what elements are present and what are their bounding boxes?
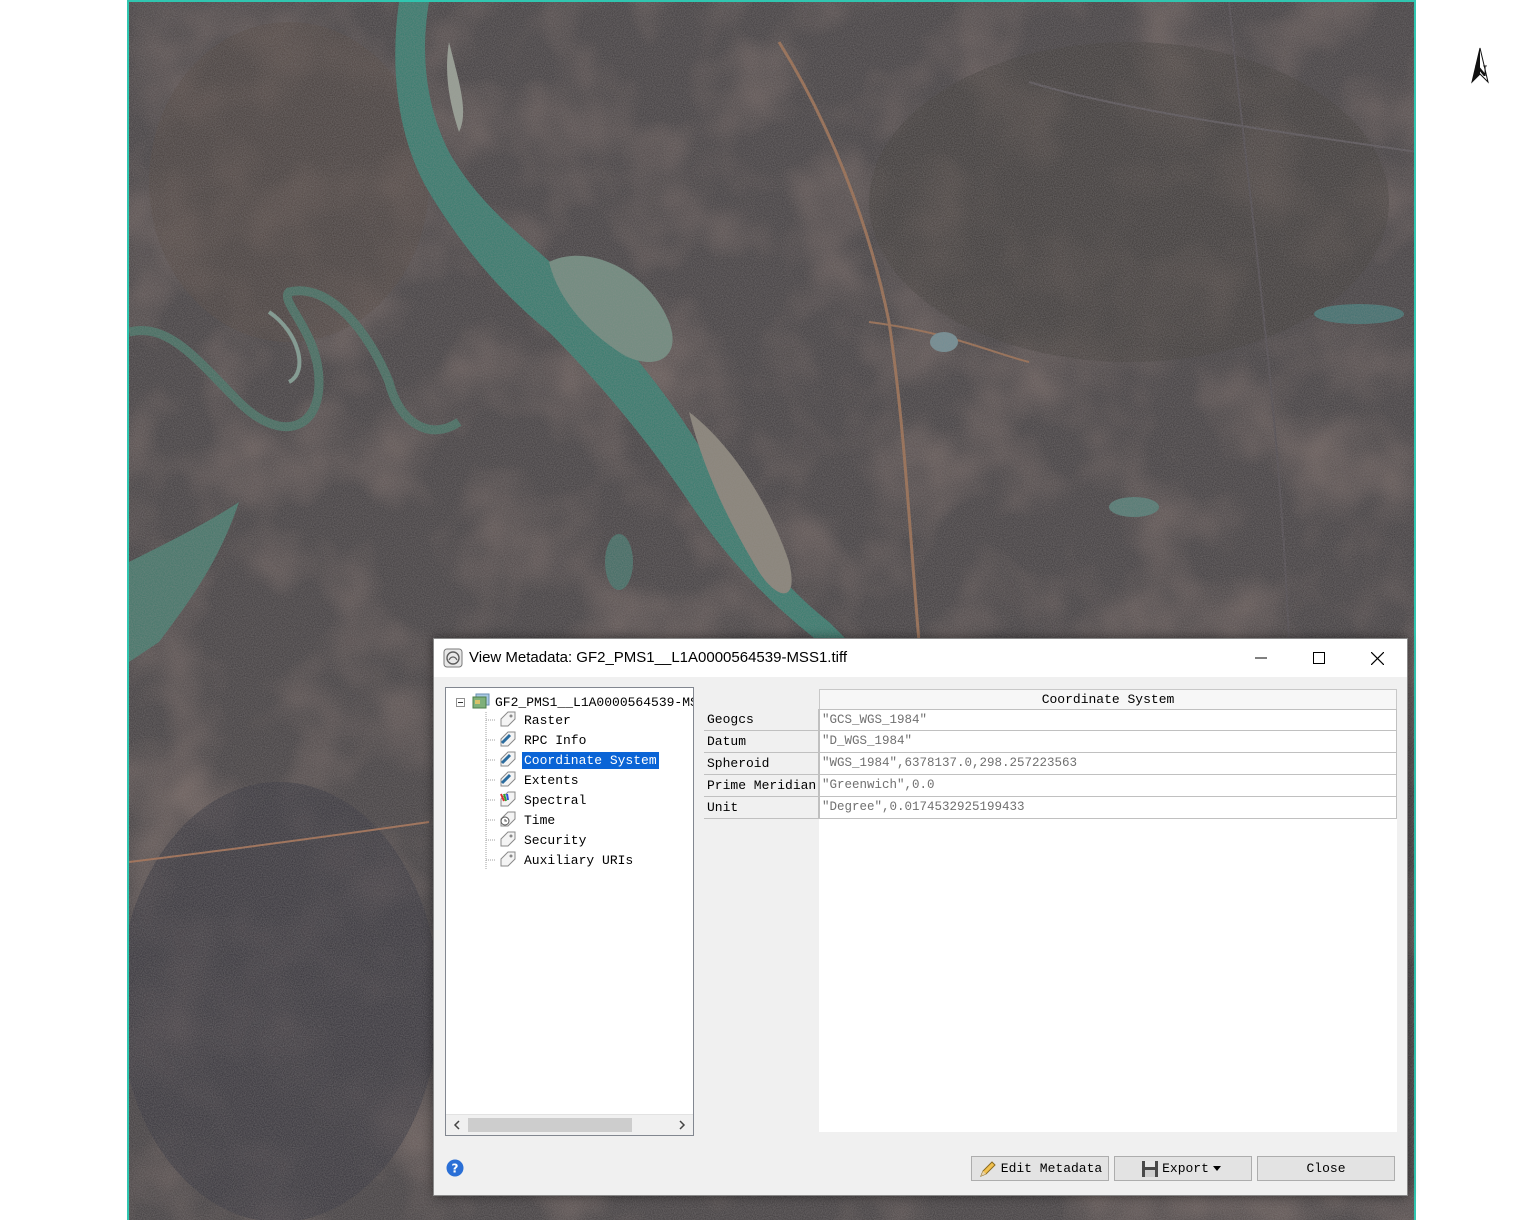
svg-text:N: N	[1475, 64, 1488, 80]
close-button[interactable]: Close	[1257, 1156, 1395, 1181]
spectral-tag-icon	[500, 791, 516, 807]
view-metadata-dialog: View Metadata: GF2_PMS1__L1A0000564539-M…	[433, 638, 1408, 1196]
dialog-title: View Metadata: GF2_PMS1__L1A0000564539-M…	[469, 649, 848, 666]
close-window-button[interactable]	[1348, 639, 1406, 677]
tree-root-label: GF2_PMS1__L1A0000564539-MS	[495, 694, 694, 710]
svg-text:?: ?	[452, 1162, 459, 1176]
collapse-toggle-icon[interactable]	[456, 697, 465, 707]
raster-file-icon	[472, 693, 490, 709]
metadata-tree[interactable]: GF2_PMS1__L1A0000564539-MS Raster RPC In…	[445, 687, 694, 1136]
property-grid: Coordinate System Geogcs "GCS_WGS_1984" …	[704, 689, 1398, 1132]
time-tag-icon	[500, 811, 516, 827]
property-key: Geogcs	[704, 709, 819, 731]
tree-item-label: Coordinate System	[522, 751, 659, 769]
tree-item-time[interactable]: Time	[498, 810, 557, 830]
property-row-geogcs[interactable]: Geogcs "GCS_WGS_1984"	[704, 709, 1398, 731]
property-row-prime-meridian[interactable]: Prime Meridian "Greenwich",0.0	[704, 775, 1398, 797]
tree-item-label: Time	[524, 812, 556, 828]
tree-item-label: Security	[524, 832, 587, 848]
tree-item-label: Raster	[524, 712, 571, 728]
minimize-icon	[1255, 657, 1267, 659]
horizontal-scrollbar[interactable]	[446, 1114, 693, 1135]
tag-icon	[500, 751, 516, 767]
header-spacer	[704, 689, 818, 709]
export-button[interactable]: Export	[1114, 1156, 1252, 1181]
edit-metadata-label: Edit Metadata	[1000, 1161, 1103, 1176]
property-row-unit[interactable]: Unit "Degree",0.0174532925199433	[704, 797, 1398, 819]
tree-root[interactable]: GF2_PMS1__L1A0000564539-MS	[456, 693, 694, 711]
tree-item-label: Spectral	[524, 792, 587, 808]
scroll-right-icon[interactable]	[675, 1118, 689, 1132]
north-arrow-icon: N	[1471, 47, 1489, 84]
close-label: Close	[1306, 1161, 1346, 1176]
tree-item-security[interactable]: Security	[498, 830, 588, 850]
title-bar[interactable]: View Metadata: GF2_PMS1__L1A0000564539-M…	[434, 639, 1407, 677]
property-key: Unit	[704, 797, 819, 819]
tree-item-raster[interactable]: Raster	[498, 710, 573, 730]
help-icon[interactable]: ?	[446, 1159, 464, 1177]
tag-icon	[500, 831, 516, 847]
scrollbar-thumb[interactable]	[468, 1118, 632, 1132]
tree-item-auxiliary-uris[interactable]: Auxiliary URIs	[498, 850, 635, 870]
tag-icon	[500, 771, 516, 787]
property-value[interactable]: "GCS_WGS_1984"	[819, 709, 1397, 731]
property-row-spheroid[interactable]: Spheroid "WGS_1984",6378137.0,298.257223…	[704, 753, 1398, 775]
tree-item-rpc-info[interactable]: RPC Info	[498, 730, 588, 750]
scroll-left-icon[interactable]	[450, 1118, 464, 1132]
app-icon	[443, 648, 463, 668]
export-label: Export	[1162, 1161, 1209, 1176]
property-value[interactable]: "Greenwich",0.0	[819, 775, 1397, 797]
tree-item-spectral[interactable]: Spectral	[498, 790, 588, 810]
tree-item-label: Extents	[524, 772, 579, 788]
close-icon	[1370, 651, 1384, 665]
minimize-button[interactable]	[1232, 639, 1290, 677]
maximize-icon	[1313, 652, 1325, 664]
tree-item-coordinate-system[interactable]: Coordinate System	[498, 750, 659, 770]
property-value[interactable]: "WGS_1984",6378137.0,298.257223563	[819, 753, 1397, 775]
tag-icon	[500, 851, 516, 867]
property-key: Spheroid	[704, 753, 819, 775]
dropdown-arrow-icon	[1212, 1165, 1221, 1171]
tag-icon	[500, 711, 516, 727]
property-key: Datum	[704, 731, 819, 753]
property-row-datum[interactable]: Datum "D_WGS_1984"	[704, 731, 1398, 753]
property-value[interactable]: "D_WGS_1984"	[819, 731, 1397, 753]
tree-item-label: RPC Info	[524, 732, 587, 748]
edit-metadata-button[interactable]: Edit Metadata	[971, 1156, 1109, 1181]
maximize-button[interactable]	[1290, 639, 1348, 677]
tree-item-label: Auxiliary URIs	[524, 852, 634, 868]
property-key: Prime Meridian	[704, 775, 819, 797]
property-value[interactable]: "Degree",0.0174532925199433	[819, 797, 1397, 819]
property-header: Coordinate System	[819, 689, 1397, 709]
pencil-icon	[979, 1160, 996, 1177]
save-disk-icon	[1142, 1160, 1159, 1177]
tree-item-extents[interactable]: Extents	[498, 770, 581, 790]
tag-icon	[500, 731, 516, 747]
